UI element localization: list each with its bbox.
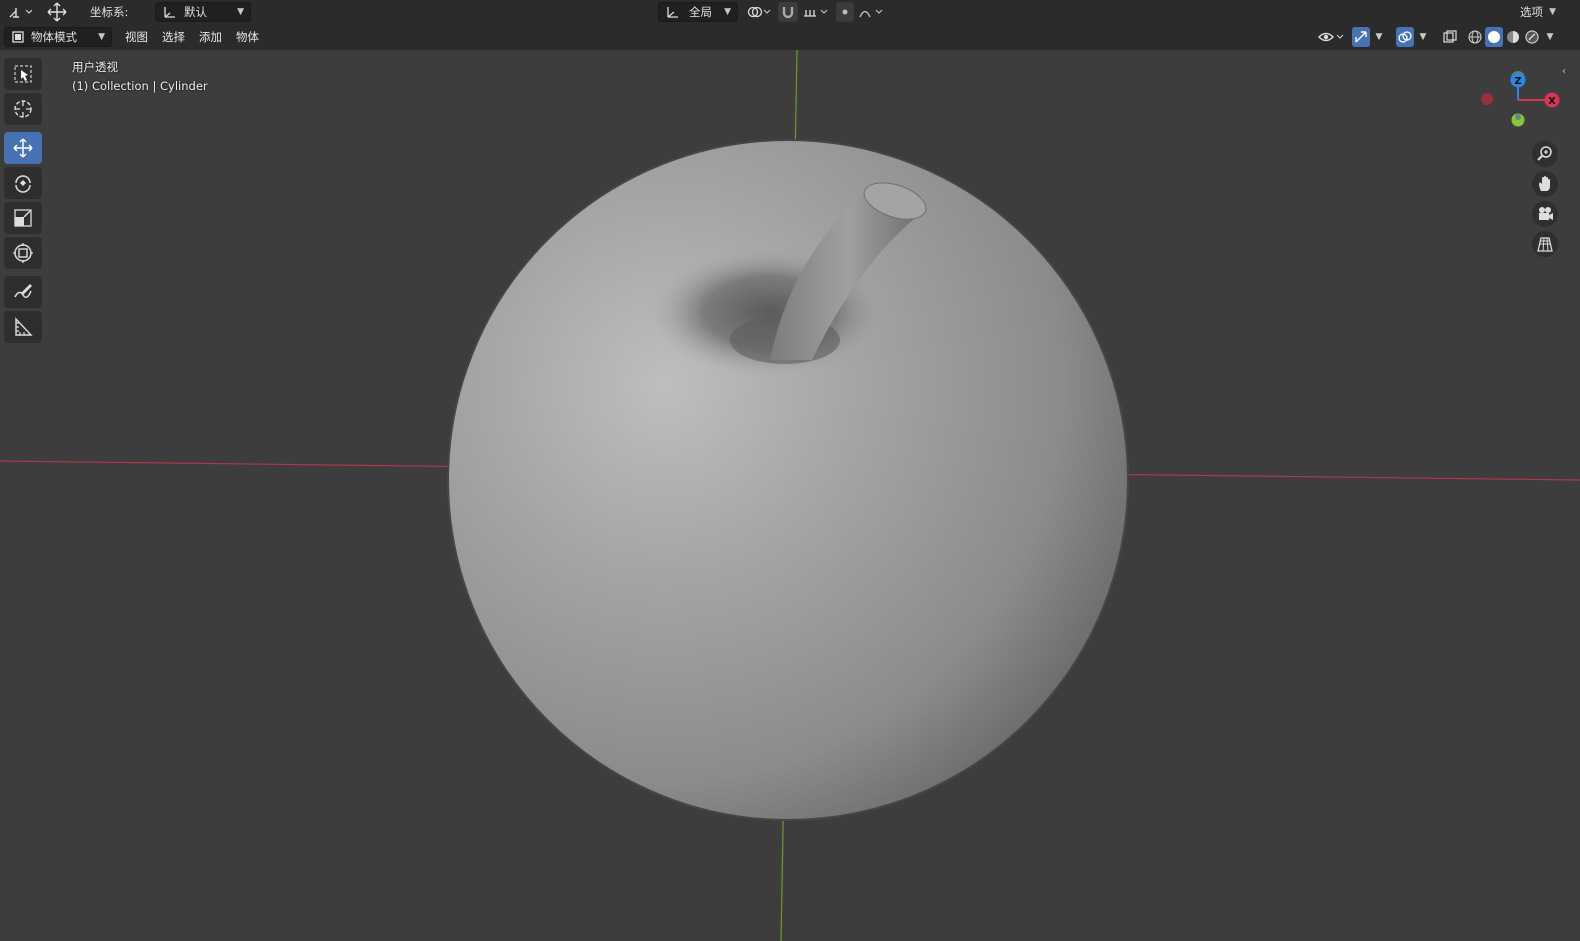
menu-object[interactable]: 物体 — [230, 27, 265, 47]
wireframe-sphere-icon — [1468, 30, 1482, 44]
chevron-down-icon: ▼ — [1375, 32, 1383, 42]
menu-select[interactable]: 选择 — [156, 27, 191, 47]
move-icon — [13, 138, 33, 158]
move-arrows-icon — [47, 2, 67, 22]
overlays-icon — [1398, 31, 1412, 43]
zoom-icon — [1537, 146, 1552, 161]
shading-material[interactable] — [1504, 27, 1522, 47]
options-dropdown[interactable]: 选项 ▼ — [1514, 2, 1562, 22]
overlays-dropdown[interactable]: ▼ — [1416, 27, 1430, 47]
x-axis-label: X — [1548, 96, 1556, 107]
snap-toggle[interactable] — [778, 2, 798, 22]
rendered-sphere-icon — [1525, 30, 1539, 44]
mode-label: 物体模式 — [31, 30, 77, 44]
xray-toggle[interactable] — [1440, 27, 1460, 47]
zoom-button[interactable] — [1532, 141, 1558, 167]
gizmo-icon — [1355, 31, 1367, 43]
shading-dropdown[interactable]: ▼ — [1543, 27, 1557, 47]
viewport-header: 物体模式 ▼ 视图 选择 添加 物体 ▼ ▼ ▼ — [0, 25, 1580, 50]
solid-sphere-icon — [1488, 31, 1500, 43]
neg-x-handle[interactable] — [1481, 93, 1493, 105]
tool-settings-bar: 坐标系: 默认 ▼ 全局 ▼ 选项 ▼ — [0, 0, 1580, 25]
camera-icon — [1539, 207, 1553, 220]
pivot-orientation-dropdown[interactable]: 全局 ▼ — [658, 2, 738, 22]
tool-select-box[interactable] — [4, 58, 42, 90]
tool-transform[interactable] — [4, 237, 42, 269]
gizmo-toggle[interactable] — [1352, 27, 1370, 47]
tool-move[interactable] — [4, 132, 42, 164]
ortho-toggle-button[interactable] — [1532, 231, 1558, 257]
options-label: 选项 — [1520, 5, 1543, 19]
view-name-label: 用户透视 — [72, 60, 118, 74]
sidebar-toggle-icon[interactable]: ‹ — [1562, 66, 1566, 77]
orientation-dropdown[interactable] — [4, 2, 34, 22]
tool-annotate[interactable] — [4, 276, 42, 308]
global-axis-icon — [667, 7, 678, 18]
eye-icon — [1318, 32, 1344, 42]
select-box-icon — [14, 65, 32, 83]
falloff-dropdown[interactable] — [856, 2, 886, 22]
axis-icon — [164, 7, 175, 18]
snap-target-dropdown[interactable] — [800, 2, 830, 22]
menu-view[interactable]: 视图 — [119, 27, 154, 47]
chevron-down-icon: ▼ — [1546, 32, 1554, 42]
cursor-icon — [14, 100, 32, 118]
interaction-mode-dropdown[interactable]: 物体模式 ▼ — [4, 27, 112, 47]
chevron-down-icon: ▼ — [237, 7, 244, 17]
link-icon — [747, 6, 771, 18]
falloff-icon — [859, 9, 883, 18]
xray-icon — [1443, 30, 1457, 43]
z-axis-label: Z — [1514, 76, 1521, 87]
tool-shelf — [4, 58, 44, 346]
gizmo-dropdown[interactable]: ▼ — [1372, 27, 1386, 47]
shading-solid[interactable] — [1485, 27, 1503, 47]
chevron-down-icon: ▼ — [98, 32, 105, 42]
object-info-label: (1) Collection | Cylinder — [72, 79, 208, 93]
chevron-down-icon: ▼ — [1549, 7, 1556, 17]
magnet-icon — [782, 7, 794, 19]
pivot-point-dropdown[interactable] — [744, 2, 772, 22]
tool-scale[interactable] — [4, 202, 42, 234]
3d-viewport[interactable]: 用户透视 (1) Collection | Cylinder Z X ‹ — [0, 50, 1580, 941]
scale-icon — [14, 209, 32, 227]
chevron-down-icon: ▼ — [724, 7, 731, 17]
shading-wireframe[interactable] — [1466, 27, 1484, 47]
menu-add[interactable]: 添加 — [193, 27, 228, 47]
visibility-dropdown[interactable] — [1316, 27, 1346, 47]
pan-button[interactable] — [1532, 171, 1558, 197]
material-sphere-icon — [1507, 31, 1519, 43]
coord-system-label: 坐标系: — [90, 5, 129, 19]
proportional-edit-icon — [842, 9, 848, 15]
overlays-toggle[interactable] — [1396, 27, 1414, 47]
tool-cursor[interactable] — [4, 93, 42, 125]
camera-view-button[interactable] — [1532, 201, 1558, 227]
tool-rotate[interactable] — [4, 167, 42, 199]
grid-ortho-icon — [1537, 237, 1553, 252]
proportional-edit-toggle[interactable] — [836, 2, 854, 22]
tool-measure[interactable] — [4, 311, 42, 343]
transform-icon — [13, 243, 33, 263]
pivot-value: 全局 — [689, 5, 712, 19]
move-gizmo-toggle[interactable] — [44, 2, 70, 22]
object-mode-icon — [12, 31, 24, 43]
coord-system-dropdown[interactable]: 默认 ▼ — [155, 2, 251, 22]
snap-increment-icon — [804, 9, 828, 17]
rotate-icon — [15, 175, 31, 193]
pan-hand-icon — [1539, 176, 1550, 191]
annotate-icon — [14, 284, 32, 298]
coord-system-value: 默认 — [184, 5, 207, 19]
measure-icon — [15, 317, 33, 336]
shading-rendered[interactable] — [1523, 27, 1541, 47]
apple-body — [448, 140, 1128, 820]
viewport-scene — [0, 50, 1580, 941]
transform-orientation-icon — [9, 8, 32, 18]
chevron-down-icon: ▼ — [1419, 32, 1427, 42]
